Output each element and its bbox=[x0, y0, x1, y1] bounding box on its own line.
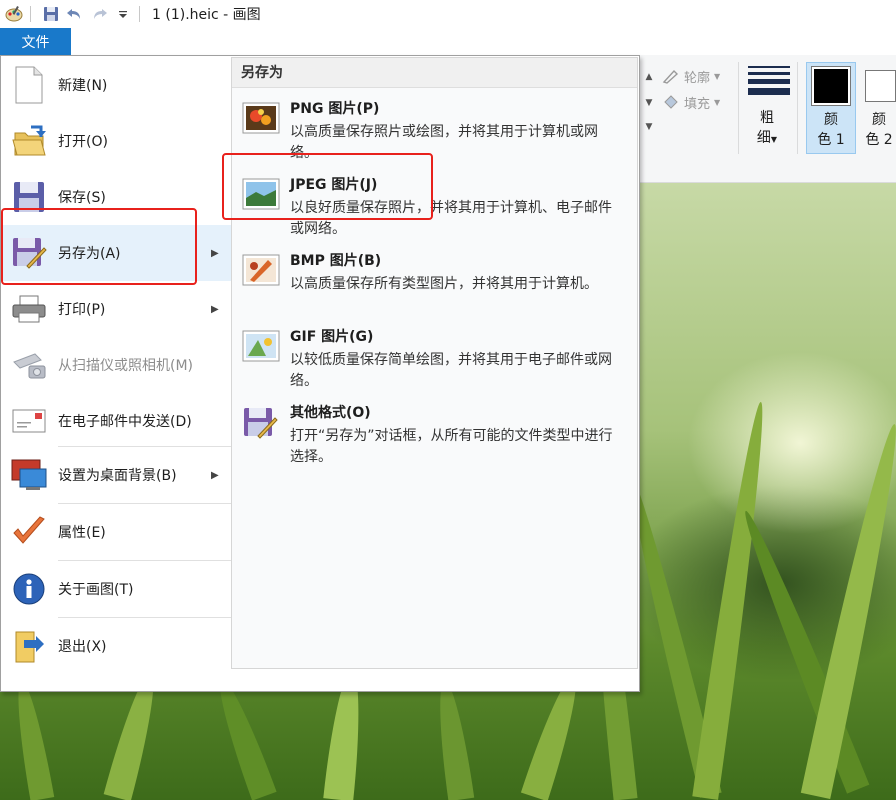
file-tab[interactable]: 文件 bbox=[0, 28, 71, 55]
menu-item-open[interactable]: 打开(O) bbox=[2, 113, 231, 169]
format-name: GIF 图片(G) bbox=[290, 329, 374, 345]
printer-icon bbox=[10, 289, 48, 329]
size-icon[interactable] bbox=[748, 66, 790, 100]
menu-footer bbox=[231, 669, 638, 691]
scroll-up-icon[interactable]: ▲ bbox=[642, 66, 656, 88]
format-description: 打开“另存为”对话框，从所有可能的文件类型中进行选择。 bbox=[290, 428, 613, 465]
format-description: 以高质量保存所有类型图片，并将其用于计算机。 bbox=[290, 276, 598, 292]
color1-swatch[interactable] bbox=[811, 66, 851, 106]
new-file-icon bbox=[10, 65, 48, 105]
desktop-background-icon bbox=[10, 455, 48, 495]
annotation-box-jpeg bbox=[222, 153, 433, 220]
title-bar: 1 (1).heic - 画图 bbox=[0, 0, 896, 28]
annotation-box-save-as bbox=[1, 208, 197, 285]
menu-item-label: 从扫描仪或照相机(M) bbox=[58, 358, 194, 374]
format-name: BMP 图片(B) bbox=[290, 253, 382, 269]
color1-label: 颜 色 1 bbox=[813, 110, 849, 150]
save-as-header: 另存为 bbox=[232, 58, 637, 88]
ribbon-divider-2 bbox=[797, 62, 798, 154]
save-icon[interactable] bbox=[41, 4, 61, 24]
checkmark-icon bbox=[10, 512, 48, 552]
outline-icon bbox=[662, 68, 680, 84]
menu-item-label: 属性(E) bbox=[58, 525, 106, 541]
menu-item-label: 关于画图(T) bbox=[58, 582, 134, 598]
format-other[interactable]: 其他格式(O) 打开“另存为”对话框，从所有可能的文件类型中进行选择。 bbox=[232, 398, 637, 474]
exit-icon bbox=[10, 626, 48, 666]
save-as-other-icon bbox=[242, 406, 280, 439]
fill-icon bbox=[662, 94, 680, 110]
open-folder-icon bbox=[10, 121, 48, 161]
customize-toolbar-icon[interactable] bbox=[113, 4, 133, 24]
outline-label: 轮廓 bbox=[684, 70, 711, 86]
ribbon-divider bbox=[738, 62, 739, 154]
menu-item-exit[interactable]: 退出(X) bbox=[2, 618, 231, 674]
bmp-image-icon bbox=[242, 254, 280, 286]
gif-image-icon bbox=[242, 330, 280, 362]
format-bmp[interactable]: BMP 图片(B) 以高质量保存所有类型图片，并将其用于计算机。 bbox=[232, 246, 637, 322]
menu-item-about[interactable]: 关于画图(T) bbox=[2, 561, 231, 617]
fill-dropdown-icon: ▼ bbox=[714, 97, 721, 107]
size-button[interactable]: 粗 细▼ bbox=[752, 108, 782, 150]
color2-label-line2: 色 2 bbox=[865, 132, 893, 148]
menu-item-label: 在电子邮件中发送(D) bbox=[58, 414, 192, 430]
color2-label-line1: 颜 bbox=[872, 112, 886, 128]
outline-button[interactable]: 轮廓 ▼ bbox=[662, 66, 720, 86]
color1-label-line1: 颜 bbox=[824, 112, 838, 128]
color2-label[interactable]: 颜 色 2 bbox=[862, 110, 896, 150]
email-icon bbox=[10, 401, 48, 441]
menu-item-email[interactable]: 在电子邮件中发送(D) bbox=[2, 393, 231, 449]
color2-swatch[interactable] bbox=[865, 70, 896, 102]
paint-app-icon[interactable] bbox=[4, 4, 24, 24]
fill-label: 填充 bbox=[684, 96, 711, 112]
color1-label-line2: 色 1 bbox=[817, 132, 845, 148]
info-icon bbox=[10, 569, 48, 609]
submenu-arrow-icon: ▶ bbox=[211, 469, 219, 481]
format-gif[interactable]: GIF 图片(G) 以较低质量保存简单绘图，并将其用于电子邮件或网络。 bbox=[232, 322, 637, 398]
submenu-arrow-icon: ▶ bbox=[211, 247, 219, 259]
expand-gallery-icon[interactable]: ▼ bbox=[642, 116, 656, 138]
save-as-submenu: 另存为 PNG 图片(P) 以高质量保存照片或绘图，并将其用于计算机或网络。 J… bbox=[231, 57, 638, 669]
redo-icon[interactable] bbox=[89, 4, 109, 24]
menu-item-label: 打开(O) bbox=[58, 134, 108, 150]
window-title: 1 (1).heic - 画图 bbox=[152, 7, 261, 23]
menu-command-list: 新建(N) 打开(O) 保存(S) 另存为(A) ▶ 打印(P) ▶ 从扫描仪或… bbox=[2, 57, 231, 691]
format-name: 其他格式(O) bbox=[290, 405, 371, 421]
menu-item-print[interactable]: 打印(P) ▶ bbox=[2, 281, 231, 337]
submenu-arrow-icon: ▶ bbox=[211, 303, 219, 315]
menu-item-label: 保存(S) bbox=[58, 190, 106, 206]
menu-item-label: 打印(P) bbox=[58, 302, 106, 318]
fill-button[interactable]: 填充 ▼ bbox=[662, 92, 720, 112]
menu-item-set-wallpaper[interactable]: 设置为桌面背景(B) ▶ bbox=[2, 447, 231, 503]
outline-dropdown-icon: ▼ bbox=[714, 71, 721, 81]
undo-icon[interactable] bbox=[65, 4, 85, 24]
menu-item-label: 设置为桌面背景(B) bbox=[58, 468, 177, 484]
scanner-camera-icon bbox=[10, 345, 48, 385]
format-name: PNG 图片(P) bbox=[290, 101, 380, 117]
title-separator-2 bbox=[139, 6, 140, 22]
title-separator bbox=[30, 6, 31, 22]
png-image-icon bbox=[242, 102, 280, 134]
format-description: 以较低质量保存简单绘图，并将其用于电子邮件或网络。 bbox=[290, 352, 612, 389]
menu-item-new[interactable]: 新建(N) bbox=[2, 57, 231, 113]
menu-item-scanner[interactable]: 从扫描仪或照相机(M) bbox=[2, 337, 231, 393]
size-label-line2: 细▼ bbox=[756, 130, 778, 146]
scroll-down-icon[interactable]: ▼ bbox=[642, 92, 656, 114]
size-label-line1: 粗 bbox=[760, 110, 774, 126]
menu-item-label: 退出(X) bbox=[58, 639, 107, 655]
file-menu: 新建(N) 打开(O) 保存(S) 另存为(A) ▶ 打印(P) ▶ 从扫描仪或… bbox=[0, 55, 640, 692]
menu-item-label: 新建(N) bbox=[58, 78, 108, 94]
menu-item-properties[interactable]: 属性(E) bbox=[2, 504, 231, 560]
